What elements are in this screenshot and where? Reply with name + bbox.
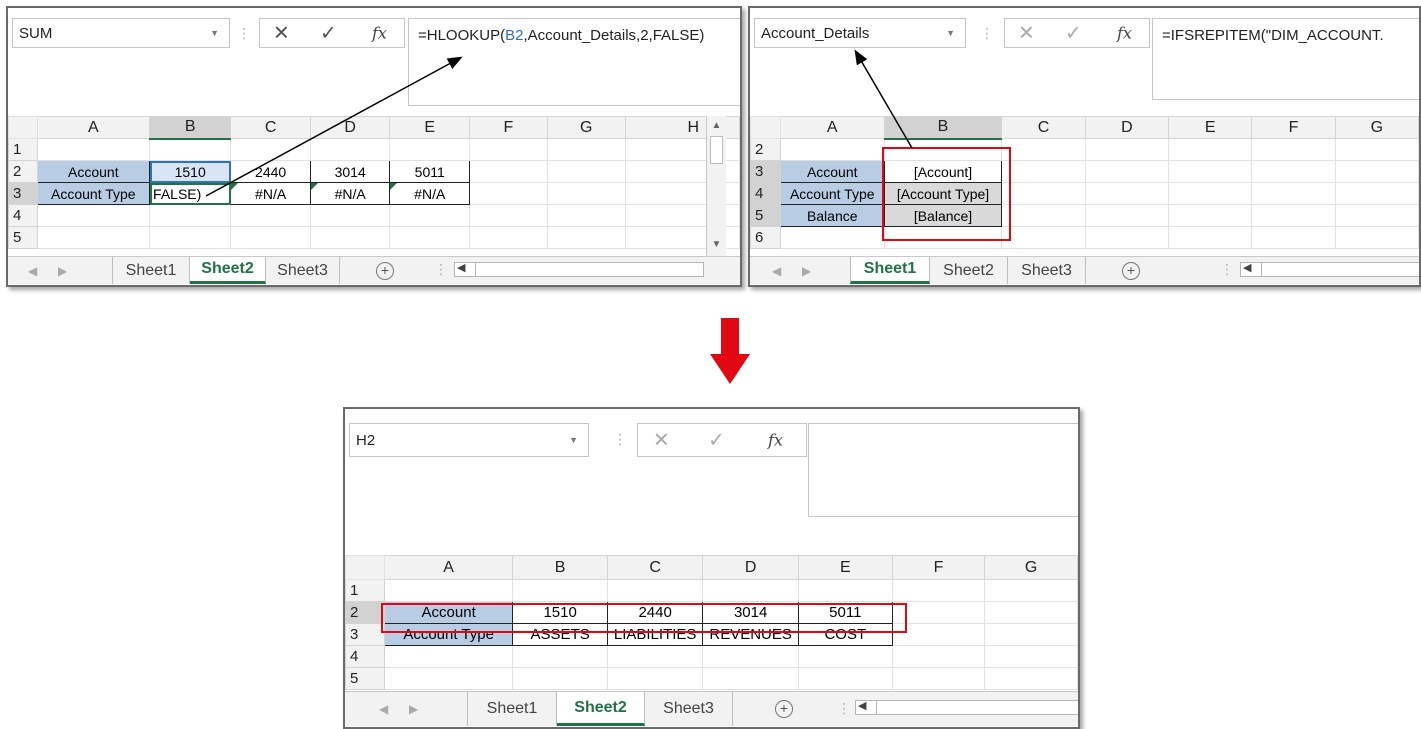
annotation-arrows <box>205 49 913 197</box>
annotation-arrow-namebox <box>854 49 913 149</box>
annotation-arrow-formula <box>205 56 463 197</box>
